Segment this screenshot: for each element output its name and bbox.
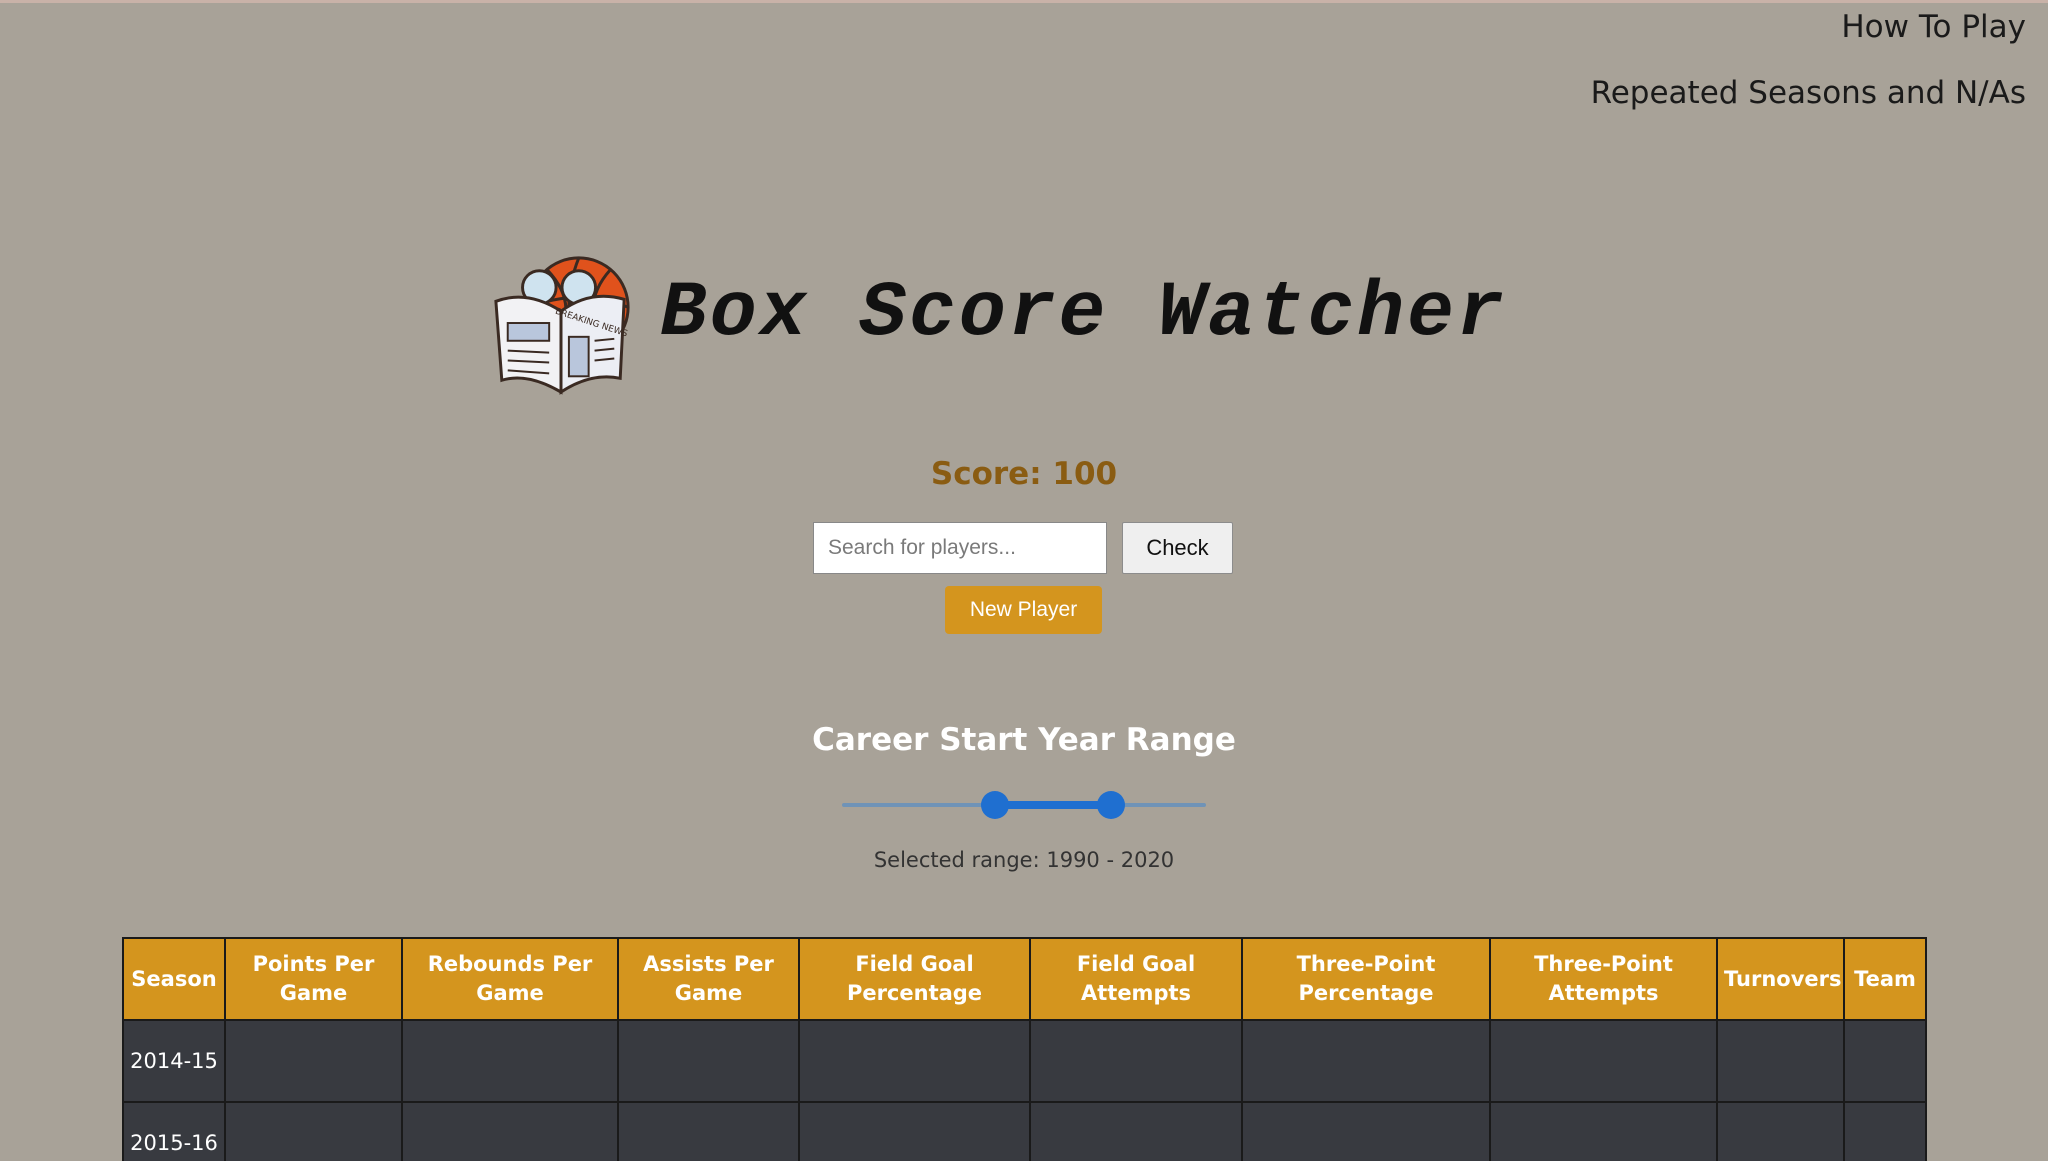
column-header: Three-Point Attempts xyxy=(1489,937,1718,1021)
table-header-row: Season Points Per Game Rebounds Per Game… xyxy=(122,937,1927,1021)
range-title: Career Start Year Range xyxy=(812,722,1236,758)
column-header: Turnovers xyxy=(1716,937,1845,1021)
season-stats-table: Season Points Per Game Rebounds Per Game… xyxy=(122,937,1927,1161)
check-button[interactable]: Check xyxy=(1122,522,1233,574)
title-block: BREAKING NEWS Box Score Watcher xyxy=(488,250,1588,400)
table-cell xyxy=(1489,1019,1718,1103)
top-nav: How To Play Repeated Seasons and N/As xyxy=(1591,8,2026,112)
table-cell xyxy=(617,1101,800,1161)
top-border xyxy=(0,0,2048,3)
season-cell: 2015-16 xyxy=(122,1101,226,1161)
page-title: Box Score Watcher xyxy=(660,270,1507,358)
season-cell: 2014-15 xyxy=(122,1019,226,1103)
column-header: Rebounds Per Game xyxy=(401,937,619,1021)
table-cell xyxy=(1489,1101,1718,1161)
table-row: 2015-16 xyxy=(122,1101,1927,1161)
selected-range-text: Selected range: 1990 - 2020 xyxy=(873,848,1175,872)
column-header: Team xyxy=(1843,937,1927,1021)
table-cell xyxy=(224,1019,403,1103)
table-cell xyxy=(1029,1101,1243,1161)
column-header: Assists Per Game xyxy=(617,937,800,1021)
career-year-range-slider[interactable] xyxy=(842,790,1206,820)
table-row: 2014-15 xyxy=(122,1019,1927,1103)
column-header: Field Goal Percentage xyxy=(798,937,1031,1021)
slider-max-handle[interactable] xyxy=(1097,791,1126,819)
how-to-play-link[interactable]: How To Play xyxy=(1591,8,2026,46)
new-player-button[interactable]: New Player xyxy=(945,586,1102,634)
table-cell xyxy=(401,1101,619,1161)
player-search-input[interactable] xyxy=(813,522,1107,574)
table-cell xyxy=(798,1101,1031,1161)
column-header: Season xyxy=(122,937,226,1021)
table-cell xyxy=(617,1019,800,1103)
repeated-seasons-link[interactable]: Repeated Seasons and N/As xyxy=(1591,74,2026,112)
column-header: Field Goal Attempts xyxy=(1029,937,1243,1021)
column-header: Three-Point Percentage xyxy=(1241,937,1491,1021)
newspaper-basketball-logo-icon: BREAKING NEWS xyxy=(494,256,630,395)
table-cell xyxy=(401,1019,619,1103)
column-header: Points Per Game xyxy=(224,937,403,1021)
table-cell xyxy=(1241,1101,1491,1161)
page: How To Play Repeated Seasons and N/As BR… xyxy=(0,0,2048,1161)
table-cell xyxy=(1843,1019,1927,1103)
table-cell xyxy=(1029,1019,1243,1103)
table-cell xyxy=(1716,1019,1845,1103)
table-cell xyxy=(224,1101,403,1161)
table-cell xyxy=(1241,1019,1491,1103)
table-cell xyxy=(1716,1101,1845,1161)
slider-min-handle[interactable] xyxy=(980,791,1009,819)
table-cell xyxy=(798,1019,1031,1103)
score-display: Score: 100 xyxy=(930,456,1118,492)
slider-selected-range xyxy=(994,801,1112,809)
table-cell xyxy=(1843,1101,1927,1161)
